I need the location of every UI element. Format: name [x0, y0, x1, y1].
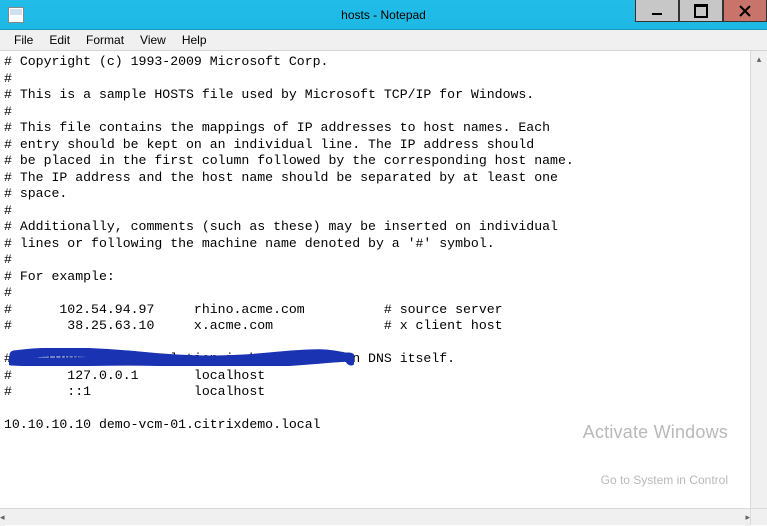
- scrollbar-corner: [750, 508, 767, 525]
- text-line: # ::1 localhost: [4, 384, 746, 401]
- horizontal-scrollbar[interactable]: ◂ ▸: [0, 508, 750, 525]
- window-title: hosts - Notepad: [341, 8, 426, 22]
- text-line: # 38.25.63.10 x.acme.com # x client host: [4, 318, 746, 335]
- menu-edit[interactable]: Edit: [41, 31, 78, 49]
- text-line: # 127.0.0.1 localhost: [4, 368, 746, 385]
- text-line: #: [4, 104, 746, 121]
- menu-format[interactable]: Format: [78, 31, 132, 49]
- text-line: # The IP address and the host name shoul…: [4, 170, 746, 187]
- text-line: #: [4, 71, 746, 88]
- close-button[interactable]: [723, 0, 767, 22]
- text-line: # localhost name resolution is handled w…: [4, 351, 746, 368]
- minimize-button[interactable]: [635, 0, 679, 22]
- menu-bar: File Edit Format View Help: [0, 30, 767, 51]
- text-editor[interactable]: # Copyright (c) 1993-2009 Microsoft Corp…: [0, 51, 750, 525]
- watermark-line2: Go to System in Control: [583, 472, 728, 489]
- text-line: # Additionally, comments (such as these)…: [4, 219, 746, 236]
- scroll-up-button[interactable]: ▴: [751, 51, 767, 68]
- maximize-button[interactable]: [679, 0, 723, 22]
- text-line: # 102.54.94.97 rhino.acme.com # source s…: [4, 302, 746, 319]
- vertical-scroll-track[interactable]: [751, 68, 767, 508]
- window-controls: [635, 0, 767, 22]
- text-line: # be placed in the first column followed…: [4, 153, 746, 170]
- text-line: #: [4, 285, 746, 302]
- text-line: # This is a sample HOSTS file used by Mi…: [4, 87, 746, 104]
- menu-file[interactable]: File: [6, 31, 41, 49]
- menu-view[interactable]: View: [132, 31, 174, 49]
- close-icon: [739, 5, 751, 17]
- vertical-scrollbar[interactable]: ▴ ▾: [750, 51, 767, 525]
- text-line: # lines or following the machine name de…: [4, 236, 746, 253]
- text-line: [4, 401, 746, 418]
- text-line: 10.10.10.10 demo-vcm-01.citrixdemo.local: [4, 417, 746, 434]
- text-line: #: [4, 203, 746, 220]
- content-area: # Copyright (c) 1993-2009 Microsoft Corp…: [0, 51, 767, 525]
- notepad-icon: [8, 7, 24, 23]
- text-line: # entry should be kept on an individual …: [4, 137, 746, 154]
- menu-help[interactable]: Help: [174, 31, 215, 49]
- text-line: # space.: [4, 186, 746, 203]
- horizontal-scroll-track[interactable]: [5, 509, 746, 525]
- text-line: # This file contains the mappings of IP …: [4, 120, 746, 137]
- text-line: [4, 335, 746, 352]
- text-line: # For example:: [4, 269, 746, 286]
- text-line: # Copyright (c) 1993-2009 Microsoft Corp…: [4, 54, 746, 71]
- title-bar: hosts - Notepad: [0, 0, 767, 30]
- text-line: #: [4, 252, 746, 269]
